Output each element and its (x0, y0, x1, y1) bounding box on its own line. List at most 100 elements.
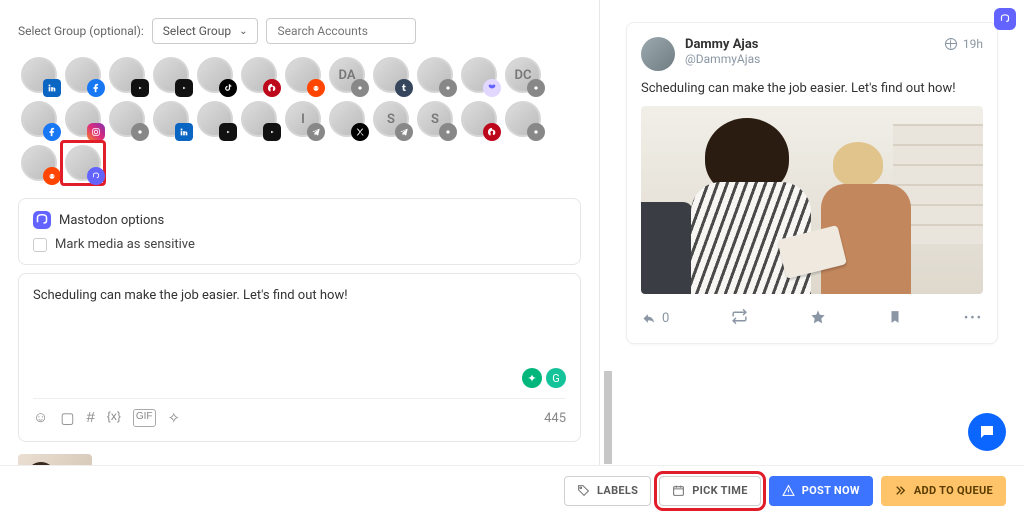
boost-action[interactable] (731, 308, 748, 329)
scrollbar[interactable] (604, 0, 612, 464)
reply-icon (641, 311, 656, 326)
account-avatar[interactable]: S (414, 98, 456, 140)
composer-toolbar: ☺ ▢ # {x} GIF ✧ (33, 409, 180, 427)
calendar-icon (672, 484, 685, 497)
account-avatar[interactable] (18, 142, 60, 184)
telegram-icon (395, 123, 413, 141)
boost-icon (731, 308, 748, 325)
select-group-value: Select Group (163, 24, 231, 38)
gif-icon[interactable]: GIF (133, 409, 156, 427)
youtube-icon (219, 123, 237, 141)
youtube-icon (131, 79, 149, 97)
bookmark-action[interactable] (888, 309, 902, 329)
reply-action[interactable]: 0 (641, 311, 669, 326)
xt-icon (351, 123, 369, 141)
account-avatar[interactable] (18, 54, 60, 96)
account-avatar[interactable] (106, 98, 148, 140)
preview-body: Scheduling can make the job easier. Let'… (641, 81, 983, 96)
char-count: 445 (544, 411, 566, 426)
bluesky-icon (483, 79, 501, 97)
preview-image (641, 106, 983, 294)
grey-icon (527, 123, 545, 141)
tumblr-icon (395, 79, 413, 97)
compose-textarea[interactable]: Scheduling can make the job easier. Let'… (33, 288, 566, 358)
tiktok-icon (219, 79, 237, 97)
facebook-icon (43, 123, 61, 141)
insta-icon (87, 123, 105, 141)
search-accounts-input[interactable] (266, 18, 416, 44)
pick-time-button[interactable]: PICK TIME (659, 476, 761, 506)
mastodon-icon (87, 167, 105, 185)
account-avatar[interactable]: DC (502, 54, 544, 96)
account-avatar[interactable] (150, 54, 192, 96)
select-group-label: Select Group (optional): (18, 24, 144, 38)
pick-time-text: PICK TIME (692, 484, 748, 497)
account-avatar[interactable] (502, 98, 544, 140)
chat-icon (978, 423, 996, 441)
account-avatar[interactable] (458, 98, 500, 140)
add-to-queue-button[interactable]: ADD TO QUEUE (881, 476, 1006, 506)
star-action[interactable] (810, 309, 826, 329)
account-avatar[interactable] (106, 54, 148, 96)
account-avatar[interactable]: S (370, 98, 412, 140)
preview-avatar (641, 37, 675, 71)
account-avatar[interactable] (282, 54, 324, 96)
account-avatar[interactable] (62, 54, 104, 96)
mastodon-preview-icon (994, 8, 1016, 30)
labels-text: LABELS (597, 484, 638, 497)
bottom-action-bar: LABELS PICK TIME POST NOW ADD TO QUEUE (0, 465, 1024, 515)
account-avatar[interactable] (458, 54, 500, 96)
post-now-text: POST NOW (802, 484, 860, 497)
youtube-icon (175, 79, 193, 97)
telegram-icon (307, 123, 325, 141)
post-preview-card: Dammy Ajas @DammyAjas 19h Scheduling can… (626, 22, 998, 344)
account-avatar[interactable] (414, 54, 456, 96)
image-icon[interactable]: ▢ (60, 409, 74, 427)
account-avatar[interactable]: I (282, 98, 324, 140)
grammar-aid-icon[interactable]: ✦ (522, 368, 542, 388)
grey-icon (527, 79, 545, 97)
mark-sensitive-checkbox[interactable] (33, 238, 47, 252)
account-avatar[interactable] (150, 98, 192, 140)
account-avatar[interactable]: DA (326, 54, 368, 96)
youtube-icon (263, 123, 281, 141)
chevron-down-icon: ⌄ (239, 26, 247, 37)
grey-icon (439, 79, 457, 97)
post-now-button[interactable]: POST NOW (769, 476, 873, 506)
reddit-icon (43, 167, 61, 185)
linkedin-icon (175, 123, 193, 141)
grammarly-icon[interactable]: G (546, 368, 566, 388)
account-avatar[interactable] (62, 98, 104, 140)
account-avatar[interactable] (238, 54, 280, 96)
account-avatar[interactable] (194, 54, 236, 96)
select-group-dropdown[interactable]: Select Group ⌄ (152, 18, 259, 44)
tag-icon (577, 484, 590, 497)
preview-author-name: Dammy Ajas (685, 37, 760, 52)
grey-icon (131, 123, 149, 141)
preview-author-handle: @DammyAjas (685, 52, 760, 66)
account-avatar[interactable] (370, 54, 412, 96)
account-avatar[interactable] (238, 98, 280, 140)
hashtag-icon[interactable]: # (87, 409, 95, 427)
preview-time: 19h (963, 37, 983, 51)
account-avatar[interactable] (326, 98, 368, 140)
mark-sensitive-row[interactable]: Mark media as sensitive (33, 237, 566, 252)
account-avatar[interactable] (194, 98, 236, 140)
grey-icon (351, 79, 369, 97)
account-avatar[interactable] (18, 98, 60, 140)
account-avatar[interactable] (62, 142, 104, 184)
add-to-queue-text: ADD TO QUEUE (914, 484, 993, 497)
more-action[interactable]: ••• (964, 311, 983, 326)
variable-icon[interactable]: {x} (107, 409, 121, 427)
labels-button[interactable]: LABELS (564, 476, 651, 506)
emoji-icon[interactable]: ☺ (33, 409, 48, 427)
globe-icon (945, 38, 957, 50)
pinterest-icon (263, 79, 281, 97)
chat-fab[interactable] (968, 413, 1006, 451)
ai-sparkles-icon[interactable]: ✧ (168, 409, 181, 427)
attachments (18, 454, 581, 465)
reddit-icon (307, 79, 325, 97)
star-icon (810, 309, 826, 325)
forward-icon (894, 484, 907, 497)
attachment-thumbnail[interactable] (18, 454, 92, 465)
